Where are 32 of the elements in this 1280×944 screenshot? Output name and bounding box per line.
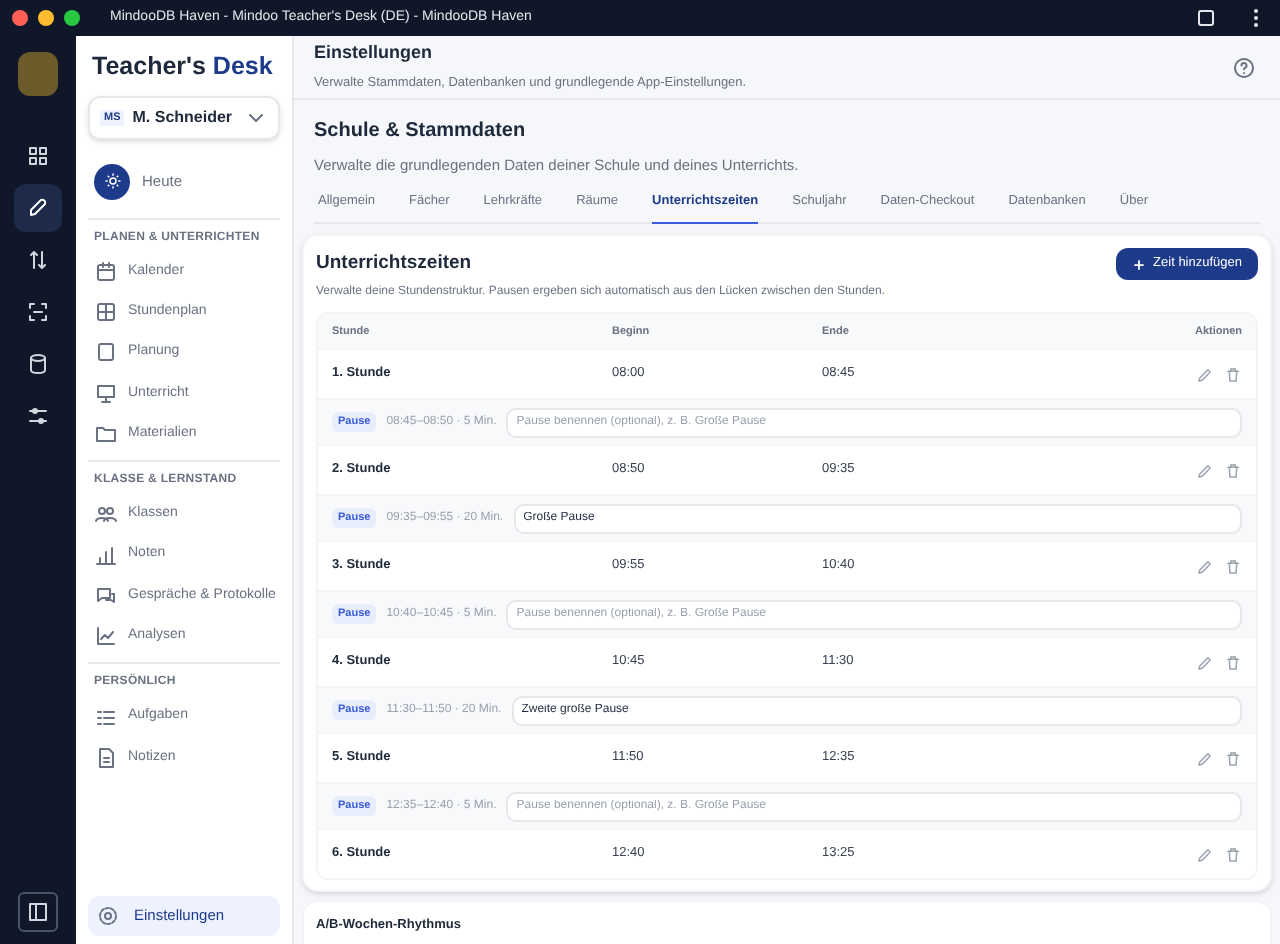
line-chart-icon bbox=[94, 624, 118, 649]
panel-icon bbox=[26, 900, 50, 924]
sidebar-toggle-button[interactable] bbox=[18, 892, 58, 932]
note-icon bbox=[94, 745, 118, 770]
section-title: Schule & Stammdaten bbox=[314, 118, 528, 146]
timetable-icon bbox=[94, 300, 118, 325]
pencil-icon[interactable] bbox=[1196, 365, 1214, 384]
brand-title: Teacher's Desk bbox=[92, 50, 275, 84]
pencil-icon[interactable] bbox=[1196, 557, 1214, 576]
folder-icon bbox=[94, 422, 118, 447]
help-icon[interactable] bbox=[1232, 55, 1256, 79]
card-title: Unterrichtszeiten bbox=[316, 250, 474, 278]
pencil-icon[interactable] bbox=[1196, 845, 1214, 864]
trash-icon[interactable] bbox=[1224, 557, 1242, 576]
chat-icon bbox=[94, 583, 118, 608]
bar-chart-icon bbox=[94, 543, 118, 568]
sun-icon bbox=[94, 163, 130, 200]
plus-icon bbox=[1131, 257, 1146, 271]
pencil-icon[interactable] bbox=[1196, 749, 1214, 768]
trash-icon[interactable] bbox=[1224, 653, 1242, 672]
settings-icon bbox=[96, 904, 120, 928]
pencil-icon[interactable] bbox=[1196, 653, 1214, 672]
trash-icon[interactable] bbox=[1224, 461, 1242, 480]
calendar-icon bbox=[94, 259, 118, 284]
page-title: Einstellungen bbox=[314, 40, 435, 67]
checklist-icon bbox=[94, 705, 118, 730]
trash-icon[interactable] bbox=[1224, 749, 1242, 768]
users-icon bbox=[94, 502, 118, 527]
presentation-icon bbox=[94, 381, 118, 406]
pencil-icon[interactable] bbox=[1196, 461, 1214, 480]
trash-icon[interactable] bbox=[1224, 845, 1242, 864]
trash-icon[interactable] bbox=[1224, 365, 1242, 384]
